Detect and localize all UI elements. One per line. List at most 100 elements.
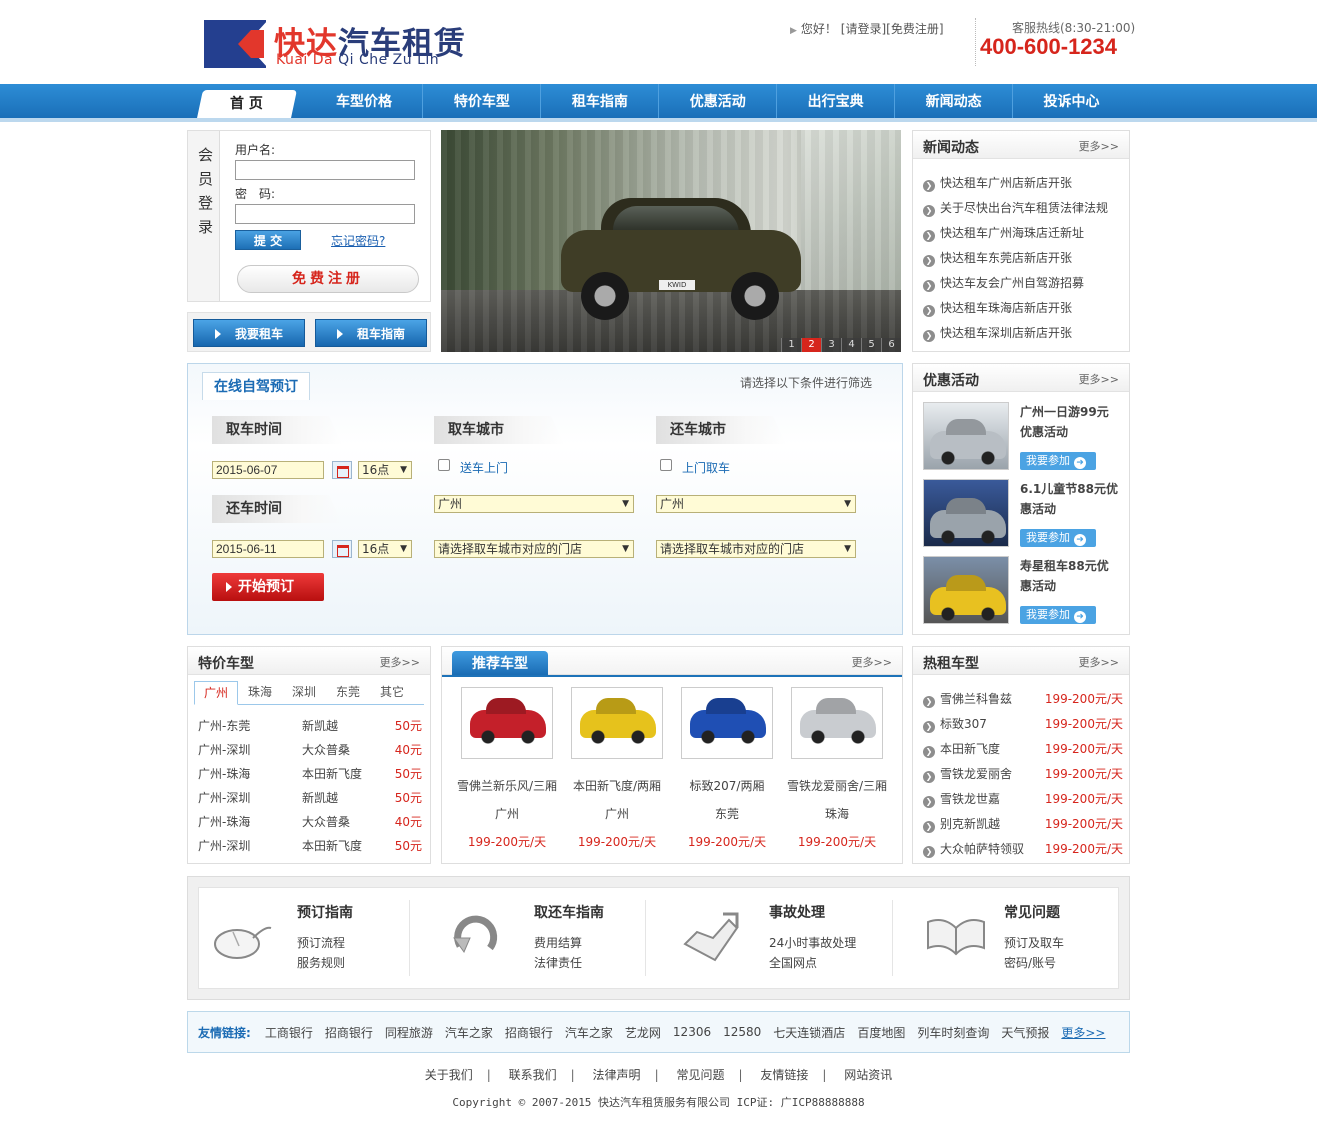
guide-link[interactable]: 全国网点 xyxy=(769,954,817,971)
return-city-select[interactable]: 广州 ▼ xyxy=(656,495,856,513)
friend-link[interactable]: 招商银行 xyxy=(505,1024,553,1041)
promo-image[interactable] xyxy=(923,402,1009,470)
friend-link[interactable]: 汽车之家 xyxy=(445,1024,493,1041)
calendar-icon[interactable] xyxy=(332,461,352,479)
join-button[interactable]: 我要参加 ➜ xyxy=(1020,452,1096,470)
nav-item-news[interactable]: 新闻动态 xyxy=(895,84,1014,118)
car-card[interactable]: 本田新飞度/两厢 广州 199-200元/天 xyxy=(562,687,672,851)
guide-link[interactable]: 预订流程 xyxy=(297,934,345,951)
news-item[interactable]: ❯ 快达车友会广州自驾游招募 xyxy=(923,271,1123,296)
calendar-icon[interactable] xyxy=(332,540,352,558)
banner-page[interactable]: 1 xyxy=(781,338,801,352)
news-item[interactable]: ❯ 关于尽快出台汽车租赁法律法规 xyxy=(923,196,1123,221)
footer-link-news[interactable]: 网站资讯 xyxy=(844,1068,892,1082)
rental-guide-button[interactable]: 租车指南 xyxy=(315,319,427,347)
car-name[interactable]: 本田新飞度/两厢 xyxy=(562,777,672,795)
nav-item-complaints[interactable]: 投诉中心 xyxy=(1013,84,1130,118)
news-item[interactable]: ❯ 快达租车珠海店新店开张 xyxy=(923,296,1123,321)
nav-item-travel[interactable]: 出行宝典 xyxy=(777,84,896,118)
hero-banner[interactable]: KWID 1 2 3 4 5 6 xyxy=(441,130,901,352)
car-image[interactable] xyxy=(681,687,773,759)
guide-link[interactable]: 法律责任 xyxy=(534,954,582,971)
car-name[interactable]: 雪佛兰新乐风/三厢 xyxy=(452,777,562,795)
friend-link[interactable]: 艺龙网 xyxy=(625,1024,661,1041)
hot-car-item[interactable]: ❯ 雪铁龙爱丽舍 199-200元/天 xyxy=(923,762,1123,787)
forgot-password-link[interactable]: 忘记密码? xyxy=(331,232,385,249)
news-item[interactable]: ❯ 快达租车深圳店新店开张 xyxy=(923,321,1123,346)
pickup-city-select[interactable]: 广州 ▼ xyxy=(434,495,634,513)
guide-link[interactable]: 费用结算 xyxy=(534,934,582,951)
car-name[interactable]: 标致207/两厢 xyxy=(672,777,782,795)
nav-item-prices[interactable]: 车型价格 xyxy=(306,84,424,118)
username-input[interactable] xyxy=(235,160,415,180)
guide-accident[interactable]: 事故处理 24小时事故处理 全国网点 xyxy=(669,888,899,988)
banner-page[interactable]: 5 xyxy=(861,338,881,352)
news-more-link[interactable]: 更多>> xyxy=(1079,138,1119,154)
friend-link[interactable]: 汽车之家 xyxy=(565,1024,613,1041)
news-item[interactable]: ❯ 快达租车广州店新店开张 xyxy=(923,171,1123,196)
friend-link[interactable]: 天气预报 xyxy=(1001,1024,1049,1041)
login-link[interactable]: [请登录] xyxy=(841,22,886,36)
join-button[interactable]: 我要参加 ➜ xyxy=(1020,606,1096,624)
news-item[interactable]: ❯ 快达租车广州海珠店迁新址 xyxy=(923,221,1123,246)
guide-booking[interactable]: 预订指南 预订流程 服务规则 xyxy=(199,888,429,988)
guide-link[interactable]: 24小时事故处理 xyxy=(769,934,856,951)
free-register-button[interactable]: 免费注册 xyxy=(237,265,419,293)
friend-link[interactable]: 招商银行 xyxy=(325,1024,373,1041)
friend-link[interactable]: 工商银行 xyxy=(265,1024,313,1041)
hot-cars-more-link[interactable]: 更多>> xyxy=(1079,654,1119,670)
friend-links-more[interactable]: 更多>> xyxy=(1061,1024,1105,1041)
city-tab-other[interactable]: 其它 xyxy=(370,681,414,705)
banner-page[interactable]: 4 xyxy=(841,338,861,352)
promo-image[interactable] xyxy=(923,556,1009,624)
footer-link-faq[interactable]: 常见问题 xyxy=(676,1068,724,1082)
hot-car-item[interactable]: ❯ 雪铁龙世嘉 199-200元/天 xyxy=(923,787,1123,812)
nav-item-specials[interactable]: 特价车型 xyxy=(423,84,542,118)
car-image[interactable] xyxy=(571,687,663,759)
banner-page[interactable]: 6 xyxy=(881,338,901,352)
special-offer-row[interactable]: 广州-珠海 本田新飞度 50元 xyxy=(198,762,422,786)
recommended-tab[interactable]: 推荐车型 xyxy=(452,651,548,677)
car-image[interactable] xyxy=(461,687,553,759)
booking-tab[interactable]: 在线自驾预订 xyxy=(202,372,310,400)
nav-item-guide[interactable]: 租车指南 xyxy=(541,84,660,118)
nav-item-home[interactable]: 首 页 xyxy=(197,90,297,118)
special-offers-more-link[interactable]: 更多>> xyxy=(380,654,420,670)
deliver-label[interactable]: 送车上门 xyxy=(460,459,508,476)
city-tab-shenzhen[interactable]: 深圳 xyxy=(282,681,326,705)
site-logo[interactable]: 快达汽车租赁 Kuai Da Qi Che Zu Lin xyxy=(204,18,494,70)
guide-link[interactable]: 服务规则 xyxy=(297,954,345,971)
return-store-select[interactable]: 请选择取车城市对应的门店 ▼ xyxy=(656,540,856,558)
register-link[interactable]: [免费注册] xyxy=(886,22,943,36)
hot-car-item[interactable]: ❯ 大众帕萨特领驭 199-200元/天 xyxy=(923,837,1123,862)
promotions-more-link[interactable]: 更多>> xyxy=(1079,371,1119,387)
footer-link-legal[interactable]: 法律声明 xyxy=(593,1068,641,1082)
footer-link-about[interactable]: 关于我们 xyxy=(425,1068,473,1082)
join-button[interactable]: 我要参加 ➜ xyxy=(1020,529,1096,547)
friend-link[interactable]: 同程旅游 xyxy=(385,1024,433,1041)
promo-image[interactable] xyxy=(923,479,1009,547)
footer-link-contact[interactable]: 联系我们 xyxy=(509,1068,557,1082)
city-tab-zhuhai[interactable]: 珠海 xyxy=(238,681,282,705)
news-item[interactable]: ❯ 快达租车东莞店新店开张 xyxy=(923,246,1123,271)
hot-car-item[interactable]: ❯ 别克新凯越 199-200元/天 xyxy=(923,812,1123,837)
start-booking-button[interactable]: 开始预订 xyxy=(212,573,324,601)
car-card[interactable]: 雪铁龙爱丽舍/三厢 珠海 199-200元/天 xyxy=(782,687,892,851)
friend-link[interactable]: 12580 xyxy=(723,1025,761,1039)
nav-item-promotions[interactable]: 优惠活动 xyxy=(659,84,778,118)
special-offer-row[interactable]: 广州-深圳 本田新飞度 50元 xyxy=(198,834,422,858)
guide-faq[interactable]: 常见问题 预订及取车 密码/账号 xyxy=(904,888,1134,988)
special-offer-row[interactable]: 广州-深圳 新凯越 50元 xyxy=(198,786,422,810)
login-submit-button[interactable]: 提 交 xyxy=(235,230,301,250)
pickup-hour-select[interactable]: 16点 ▼ xyxy=(358,461,412,479)
special-offer-row[interactable]: 广州-东莞 新凯越 50元 xyxy=(198,714,422,738)
special-offer-row[interactable]: 广州-深圳 大众普桑 40元 xyxy=(198,738,422,762)
promo-title[interactable]: 广州一日游99元优惠活动 xyxy=(1020,402,1120,442)
collect-label[interactable]: 上门取车 xyxy=(682,459,730,476)
friend-link[interactable]: 七天连锁酒店 xyxy=(773,1024,845,1041)
banner-page[interactable]: 3 xyxy=(821,338,841,352)
car-card[interactable]: 雪佛兰新乐风/三厢 广州 199-200元/天 xyxy=(452,687,562,851)
special-offer-row[interactable]: 广州-珠海 大众普桑 40元 xyxy=(198,810,422,834)
friend-link[interactable]: 百度地图 xyxy=(857,1024,905,1041)
pickup-date-input[interactable]: 2015-06-07 xyxy=(212,461,324,479)
